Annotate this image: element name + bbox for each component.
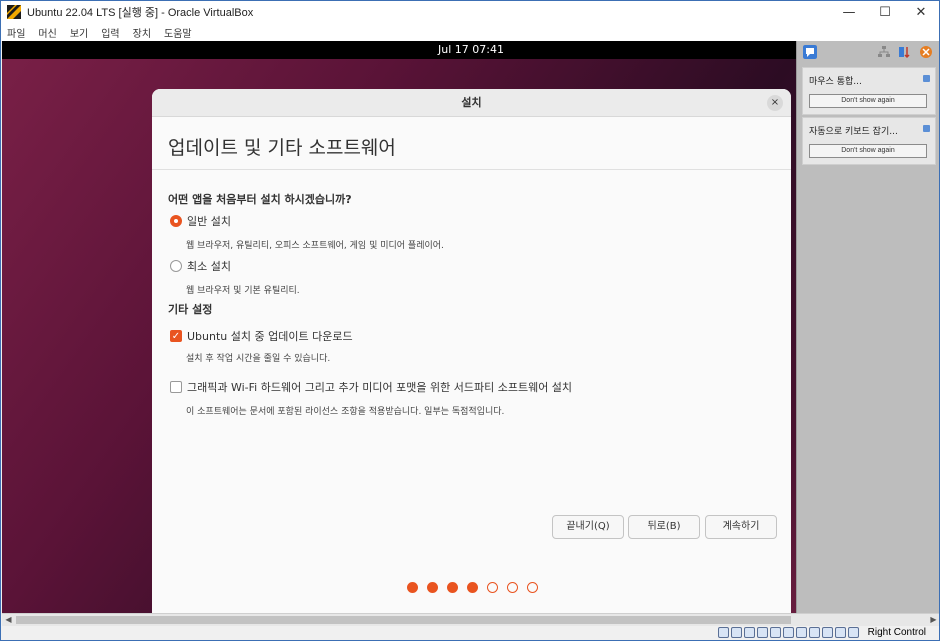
- keyboard-capture-icon[interactable]: [848, 627, 859, 638]
- hard-disk-icon[interactable]: [718, 627, 729, 638]
- scroll-thumb[interactable]: [16, 616, 791, 624]
- network-icon: [878, 46, 890, 57]
- usb-icon[interactable]: [770, 627, 781, 638]
- download-updates-checkbox[interactable]: ✓: [170, 330, 182, 342]
- title-bar: Ubuntu 22.04 LTS [실행 중] - Oracle Virtual…: [1, 1, 939, 23]
- mouse-integration-icon[interactable]: [835, 627, 846, 638]
- progress-dot: [507, 582, 518, 593]
- window-controls: — ☐ ✕: [831, 1, 939, 23]
- back-button[interactable]: 뒤로(B): [628, 515, 700, 539]
- horizontal-scrollbar[interactable]: ◀ ▶: [2, 613, 939, 626]
- menu-view[interactable]: 보기: [70, 25, 88, 40]
- optical-drive-icon[interactable]: [731, 627, 742, 638]
- dont-show-again-button[interactable]: Don't show again: [809, 144, 927, 158]
- minimize-button[interactable]: —: [831, 1, 867, 23]
- third-party-description: 이 소프트웨어는 문서에 포함된 라이선스 조항을 적용받습니다. 일부는 독점…: [186, 407, 505, 417]
- installer-header: 설치 ×: [152, 89, 791, 117]
- continue-button[interactable]: 계속하기: [705, 515, 777, 539]
- menu-help[interactable]: 도움말: [164, 25, 192, 40]
- other-options-heading: 기타 설정: [168, 303, 213, 316]
- normal-install-label: 일반 설치: [187, 215, 231, 228]
- install-progress-dots: [407, 582, 547, 593]
- minimal-install-option[interactable]: 최소 설치: [170, 258, 231, 274]
- notification-pin-icon[interactable]: [923, 75, 930, 82]
- maximize-button[interactable]: ☐: [867, 1, 903, 23]
- window-title: Ubuntu 22.04 LTS [실행 중] - Oracle Virtual…: [27, 7, 254, 19]
- status-bar-icons: [718, 627, 861, 638]
- display-icon[interactable]: [796, 627, 807, 638]
- progress-dot: [427, 582, 438, 593]
- installer-dialog: 설치 × 업데이트 및 기타 소프트웨어 어떤 앱을 처음부터 설치 하시겠습니…: [152, 89, 791, 613]
- menu-file[interactable]: 파일: [7, 25, 25, 40]
- normal-install-radio[interactable]: [170, 215, 182, 227]
- dont-show-again-button[interactable]: Don't show again: [809, 94, 927, 108]
- install-type-question: 어떤 앱을 처음부터 설치 하시겠습니까?: [168, 193, 352, 206]
- minimal-install-description: 웹 브라우저 및 기본 유틸리티.: [186, 286, 300, 296]
- minimal-install-radio[interactable]: [170, 260, 182, 272]
- notification-keyboard-capture: 자동으로 키보드 잡기... Don't show again: [802, 117, 936, 165]
- normal-install-description: 웹 브라우저, 유틸리티, 오피스 소프트웨어, 게임 및 미디어 플레이어.: [186, 241, 444, 251]
- installer-close-button[interactable]: ×: [767, 95, 783, 111]
- shared-folders-icon[interactable]: [783, 627, 794, 638]
- vm-display[interactable]: Jul 17 07:41 설치 × 업데이트 및 기타 소프트웨어 어떤 앱을 …: [2, 41, 939, 613]
- recording-icon[interactable]: [809, 627, 820, 638]
- normal-install-option[interactable]: 일반 설치: [170, 213, 231, 229]
- sort-icon[interactable]: [898, 45, 912, 59]
- virtualbox-icon: [7, 5, 21, 19]
- third-party-option[interactable]: 그래픽과 Wi-Fi 하드웨어 그리고 추가 미디어 포맷을 위한 서드파티 소…: [170, 379, 572, 395]
- notification-panel: 마우스 통합... Don't show again 자동으로 키보드 잡기..…: [796, 41, 939, 613]
- status-bar: Right Control: [2, 626, 939, 640]
- notification-text: 마우스 통합...: [809, 77, 862, 87]
- download-updates-description: 설치 후 작업 시간을 줄일 수 있습니다.: [186, 354, 331, 364]
- third-party-label: 그래픽과 Wi-Fi 하드웨어 그리고 추가 미디어 포맷을 위한 서드파티 소…: [187, 381, 573, 394]
- network-adapter-icon[interactable]: [757, 627, 768, 638]
- message-icon[interactable]: [803, 45, 817, 59]
- progress-dot: [527, 582, 538, 593]
- notification-mouse-integration: 마우스 통합... Don't show again: [802, 67, 936, 115]
- divider: [152, 169, 791, 170]
- page-title: 업데이트 및 기타 소프트웨어: [168, 137, 396, 159]
- menu-input[interactable]: 입력: [101, 25, 119, 40]
- download-updates-label: Ubuntu 설치 중 업데이트 다운로드: [187, 330, 353, 343]
- cpu-icon[interactable]: [822, 627, 833, 638]
- progress-dot: [407, 582, 418, 593]
- progress-dot: [487, 582, 498, 593]
- host-key-label: Right Control: [867, 627, 926, 638]
- scroll-right-icon[interactable]: ▶: [927, 614, 939, 626]
- audio-icon[interactable]: [744, 627, 755, 638]
- close-button[interactable]: ✕: [903, 1, 939, 23]
- notification-text: 자동으로 키보드 잡기...: [809, 127, 898, 137]
- menu-bar: 파일 머신 보기 입력 장치 도움말: [1, 23, 939, 41]
- progress-dot: [467, 582, 478, 593]
- installer-title: 설치: [461, 96, 482, 109]
- download-updates-option[interactable]: ✓ Ubuntu 설치 중 업데이트 다운로드: [170, 328, 353, 344]
- menu-devices[interactable]: 장치: [133, 25, 151, 40]
- notification-pin-icon[interactable]: [923, 125, 930, 132]
- quit-button[interactable]: 끝내기(Q): [552, 515, 624, 539]
- progress-dot: [447, 582, 458, 593]
- menu-machine[interactable]: 머신: [38, 25, 56, 40]
- virtualbox-window: Ubuntu 22.04 LTS [실행 중] - Oracle Virtual…: [0, 0, 940, 641]
- third-party-checkbox[interactable]: [170, 381, 182, 393]
- notification-toolbar: [797, 41, 939, 63]
- scroll-left-icon[interactable]: ◀: [2, 614, 15, 626]
- minimal-install-label: 최소 설치: [187, 260, 231, 273]
- clear-notifications-icon[interactable]: [919, 45, 933, 59]
